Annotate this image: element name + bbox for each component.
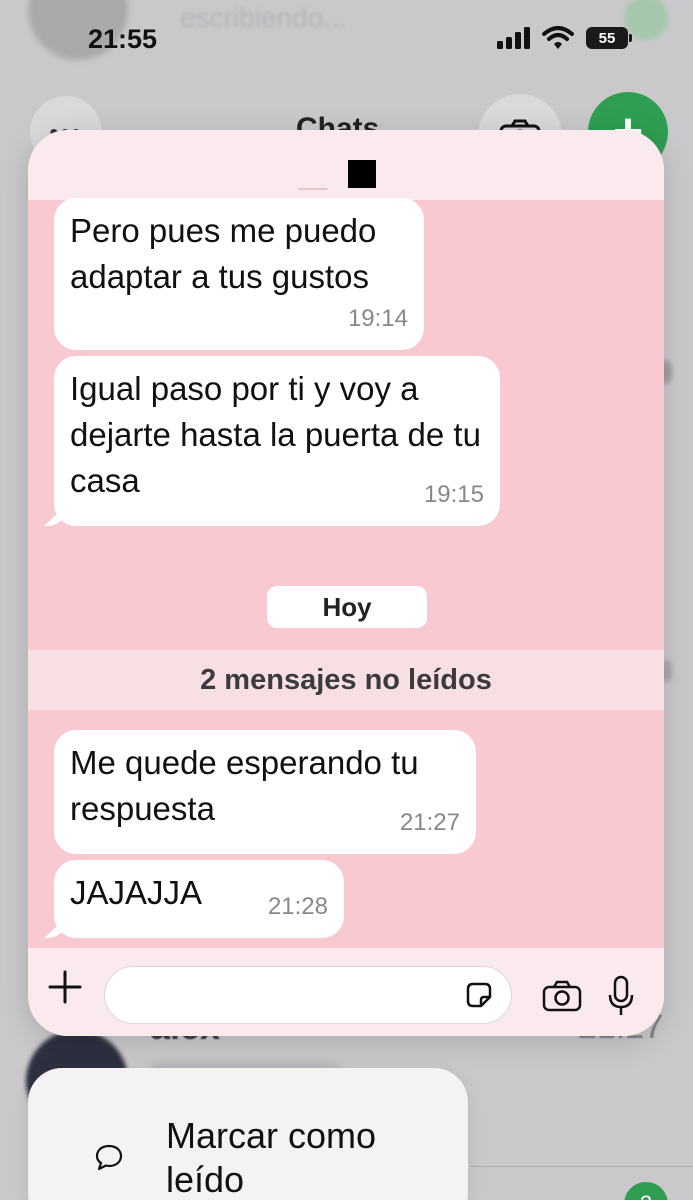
message-text: Pero pues me puedo adaptar a tus gustos [70, 212, 377, 295]
signal-icon [497, 27, 530, 49]
status-time: 21:55 [88, 24, 158, 54]
chat-bubble-icon [94, 1142, 124, 1172]
microphone-icon[interactable] [606, 974, 636, 1018]
context-menu: Marcar como leído [28, 1068, 468, 1200]
message-input[interactable] [104, 966, 512, 1024]
unread-banner: 2 mensajes no leídos [28, 650, 664, 710]
battery-icon: 55 [586, 27, 632, 49]
message-bubble[interactable]: Pero pues me puedo adaptar a tus gustos … [54, 198, 424, 350]
sticker-icon[interactable] [464, 980, 494, 1010]
chat-preview[interactable]: Pero pues me puedo adaptar a tus gustos … [28, 130, 664, 1036]
preview-header [28, 130, 664, 200]
status-icons: 55 [496, 26, 632, 50]
divider [470, 1166, 693, 1167]
unread-count-badge: 2 [624, 1182, 668, 1200]
message-bubble[interactable]: JAJAJJA 21:28 [54, 860, 344, 938]
message-time: 21:28 [267, 893, 328, 920]
menu-item-label: Marcar como leído [166, 1115, 377, 1200]
typing-status: escribiendo... [180, 2, 347, 33]
message-time: 19:14 [347, 305, 408, 332]
message-text: Me quede esperando tu respuesta [70, 744, 419, 827]
day-separator: Hoy [267, 586, 427, 628]
message-input-bar [28, 948, 664, 1036]
divider [298, 188, 328, 190]
message-text: Igual paso por ti y voy a dejarte hasta … [70, 370, 481, 499]
camera-icon[interactable] [540, 978, 584, 1014]
message-time: 19:15 [423, 481, 484, 508]
attach-plus-icon[interactable] [48, 970, 82, 1004]
message-bubble[interactable]: Me quede esperando tu respuesta 21:27 [54, 730, 476, 854]
message-time: 21:27 [399, 809, 460, 836]
contact-photo-placeholder [348, 160, 376, 188]
message-bubble[interactable]: Igual paso por ti y voy a dejarte hasta … [54, 356, 500, 526]
wifi-icon [542, 26, 574, 49]
menu-item-mark-as-read[interactable]: Marcar como leído [28, 1068, 468, 1200]
message-text: JAJAJJA [70, 874, 203, 911]
